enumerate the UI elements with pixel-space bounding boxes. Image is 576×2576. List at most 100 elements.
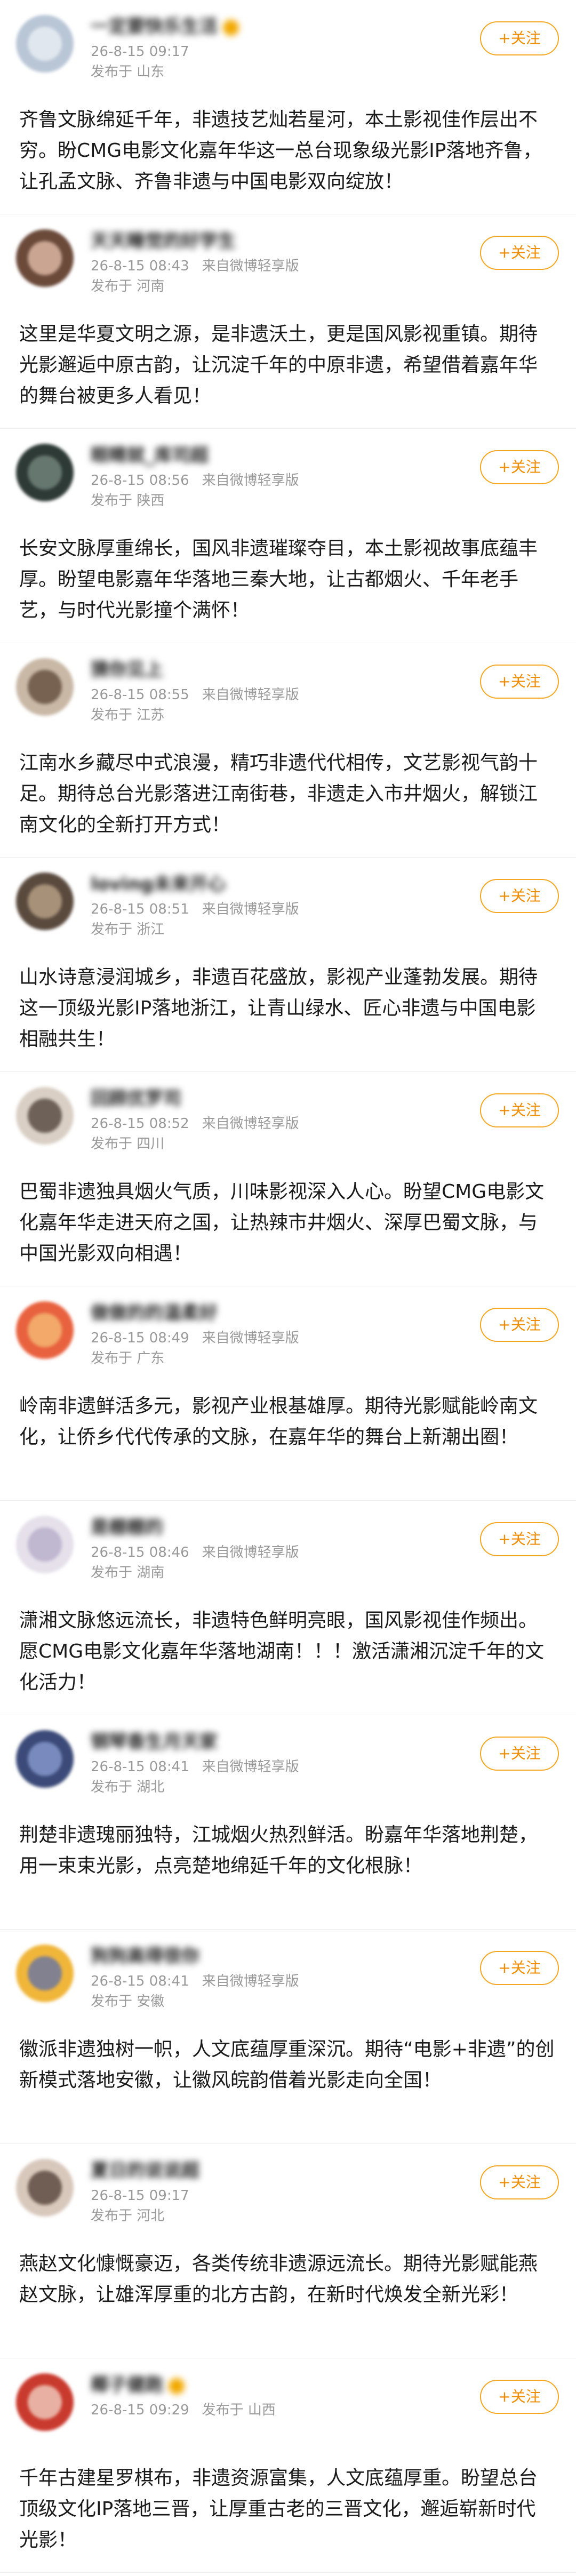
comment-item: 夏日的说说超 26-8-15 09:17 发布于 河北 +关注 燕赵文化慷慨豪迈… [0,2144,576,2358]
comment-item: 一定要快乐生活 26-8-15 09:17 发布于 山东 +关注 齐鲁文脉绵延千… [0,0,576,214]
username[interactable]: 眼睛就_库司超 [91,445,209,466]
username-text: 回顾优罗司 [91,1088,181,1109]
post-location: 发布于 江苏 [91,707,165,723]
avatar[interactable] [16,229,74,287]
post-location: 发布于 四川 [91,1136,165,1152]
post-location: 发布于 湖北 [91,1779,165,1795]
post-meta: 26-8-15 08:56 来自微博轻享版 [91,471,299,490]
username-text: loving未来开心 [91,874,226,895]
username-text: 天天睡觉的好学生 [91,230,236,252]
comment-text: 徽派非遗独树一帜，人文底蕴厚重深沉。期待“电影+非遗”的创新模式落地安徽，让徽风… [19,2038,555,2091]
username-text: 猜你见上 [91,659,163,681]
follow-button[interactable]: +关注 [480,879,559,913]
follow-button[interactable]: +关注 [480,2165,559,2199]
comment-item: 钢琴香生月天家 26-8-15 08:41 来自微博轻享版 发布于 湖北 +关注 … [0,1715,576,1930]
avatar[interactable] [16,444,74,501]
post-time: 26-8-15 08:56 [91,473,189,489]
post-time: 26-8-15 08:51 [91,901,189,917]
post-meta: 26-8-15 08:43 来自微博轻享版 [91,257,299,275]
verified-badge-icon [169,2378,185,2394]
post-meta: 26-8-15 08:41 来自微博轻享版 [91,1972,299,1990]
comment-item: 回顾优罗司 26-8-15 08:52 来自微博轻享版 发布于 四川 +关注 巴蜀… [0,1072,576,1286]
follow-button[interactable]: +关注 [480,1737,559,1771]
post-time: 26-8-15 09:29 [91,2402,189,2418]
avatar[interactable] [16,658,74,716]
username[interactable]: 狗狗高得很你 [91,1946,199,1967]
username[interactable]: 回顾优罗司 [91,1088,181,1109]
post-source: 来自微博轻享版 [202,1545,299,1561]
comment-item: 是棚棚的 26-8-15 08:46 来自微博轻享版 发布于 湖南 +关注 潇湘文… [0,1501,576,1715]
username[interactable]: 天天睡觉的好学生 [91,230,236,252]
post-source: 发布于 山西 [202,2402,276,2418]
comment-text: 这里是华夏文明之源，是非遗沃土，更是国风影视重镇。期待光影邂逅中原古韵，让沉淀千… [19,323,538,407]
follow-button[interactable]: +关注 [480,1308,559,1342]
post-time: 26-8-15 09:17 [91,44,189,60]
follow-button[interactable]: +关注 [480,21,559,55]
post-time: 26-8-15 08:46 [91,1545,189,1561]
avatar[interactable] [16,1301,74,1359]
avatar[interactable] [16,2159,74,2217]
avatar[interactable] [16,1087,74,1145]
avatar[interactable] [16,1945,74,2002]
comment-text: 荆楚非遗瑰丽独特，江城烟火热烈鲜活。盼嘉年华落地荆楚，用一束束光影，点亮楚地绵延… [19,1824,538,1877]
username[interactable]: 做做的的温柔好 [91,1302,218,1324]
comment-text: 岭南非遗鲜活多元，影视产业根基雄厚。期待光影赋能岭南文化，让侨乡代代传承的文脉，… [19,1395,538,1448]
comment-text: 齐鲁文脉绵延千年，非遗技艺灿若星河，本土影视佳作层出不穷。盼CMG电影文化嘉年华… [19,109,542,193]
username[interactable]: 夏日的说说超 [91,2160,199,2181]
username[interactable]: 椰子健跑 [91,2374,185,2396]
avatar[interactable] [16,1730,74,1788]
post-meta: 26-8-15 08:49 来自微博轻享版 [91,1329,299,1347]
post-source: 来自微博轻享版 [202,473,299,489]
comment-item: 猜你见上 26-8-15 08:55 来自微博轻享版 发布于 江苏 +关注 江南水… [0,643,576,858]
username[interactable]: 一定要快乐生活 [91,16,239,37]
post-location: 发布于 河南 [91,278,165,294]
post-meta: 26-8-15 08:52 来自微博轻享版 [91,1115,299,1133]
avatar[interactable] [16,2373,74,2431]
verified-badge-icon [223,19,239,36]
username-text: 做做的的温柔好 [91,1302,218,1324]
comment-text: 千年古建星罗棋布，非遗资源富集，人文底蕴厚重。盼望总台顶级文化IP落地三晋，让厚… [19,2467,538,2551]
avatar[interactable] [16,15,74,73]
username[interactable]: 猜你见上 [91,659,163,681]
username-text: 钢琴香生月天家 [91,1731,218,1753]
post-location: 发布于 浙江 [91,922,165,938]
username[interactable]: 钢琴香生月天家 [91,1731,218,1753]
post-time: 26-8-15 08:41 [91,1759,189,1775]
follow-button[interactable]: +关注 [480,1522,559,1556]
comment-item: loving未来开心 26-8-15 08:51 来自微博轻享版 发布于 浙江 +… [0,858,576,1072]
post-meta: 26-8-15 08:46 来自微博轻享版 [91,1543,299,1562]
username-text: 狗狗高得很你 [91,1946,199,1967]
avatar[interactable] [16,1516,74,1573]
username[interactable]: loving未来开心 [91,874,226,895]
follow-button[interactable]: +关注 [480,665,559,699]
follow-button[interactable]: +关注 [480,450,559,484]
comment-text: 潇湘文脉悠远流长，非遗特色鲜明亮眼，国风影视佳作频出。愿CMG电影文化嘉年华落地… [19,1610,545,1693]
follow-button[interactable]: +关注 [480,2380,559,2414]
comment-item: 椰子健跑 26-8-15 09:29 发布于 山西 +关注 千年古建星罗棋布，非遗… [0,2358,576,2573]
follow-button[interactable]: +关注 [480,1093,559,1127]
post-source: 来自微博轻享版 [202,258,299,274]
comment-item: 眼睛就_库司超 26-8-15 08:56 来自微博轻享版 发布于 陕西 +关注 … [0,429,576,643]
follow-button[interactable]: +关注 [480,236,559,270]
post-source: 来自微博轻享版 [202,901,299,917]
avatar[interactable] [16,873,74,930]
comment-text: 燕赵文化慷慨豪迈，各类传统非遗源远流长。期待光影赋能燕赵文脉，让雄浑厚重的北方古… [19,2253,538,2306]
post-time: 26-8-15 08:55 [91,687,189,703]
username-text: 夏日的说说超 [91,2160,199,2181]
comment-text: 江南水乡藏尽中式浪漫，精巧非遗代代相传，文艺影视气韵十足。期待总台光影落进江南街… [19,752,538,836]
post-source: 来自微博轻享版 [202,1116,299,1132]
post-source: 来自微博轻享版 [202,1759,299,1775]
post-source: 来自微博轻享版 [202,1330,299,1346]
post-location: 发布于 湖南 [91,1565,165,1581]
post-meta: 26-8-15 09:29 发布于 山西 [91,2401,276,2419]
username-text: 眼睛就_库司超 [91,445,209,466]
username[interactable]: 是棚棚的 [91,1517,163,1538]
post-time: 26-8-15 08:41 [91,1973,189,1989]
username-text: 一定要快乐生活 [91,16,218,37]
comment-text: 长安文脉厚重绵长，国风非遗璀璨夺目，本土影视故事底蕴丰厚。盼望电影嘉年华落地三秦… [19,538,538,621]
post-location: 发布于 山东 [91,64,165,80]
post-meta: 26-8-15 08:55 来自微博轻享版 [91,686,299,704]
post-location: 发布于 河北 [91,2208,165,2224]
follow-button[interactable]: +关注 [480,1951,559,1985]
post-location: 发布于 广东 [91,1350,165,1366]
